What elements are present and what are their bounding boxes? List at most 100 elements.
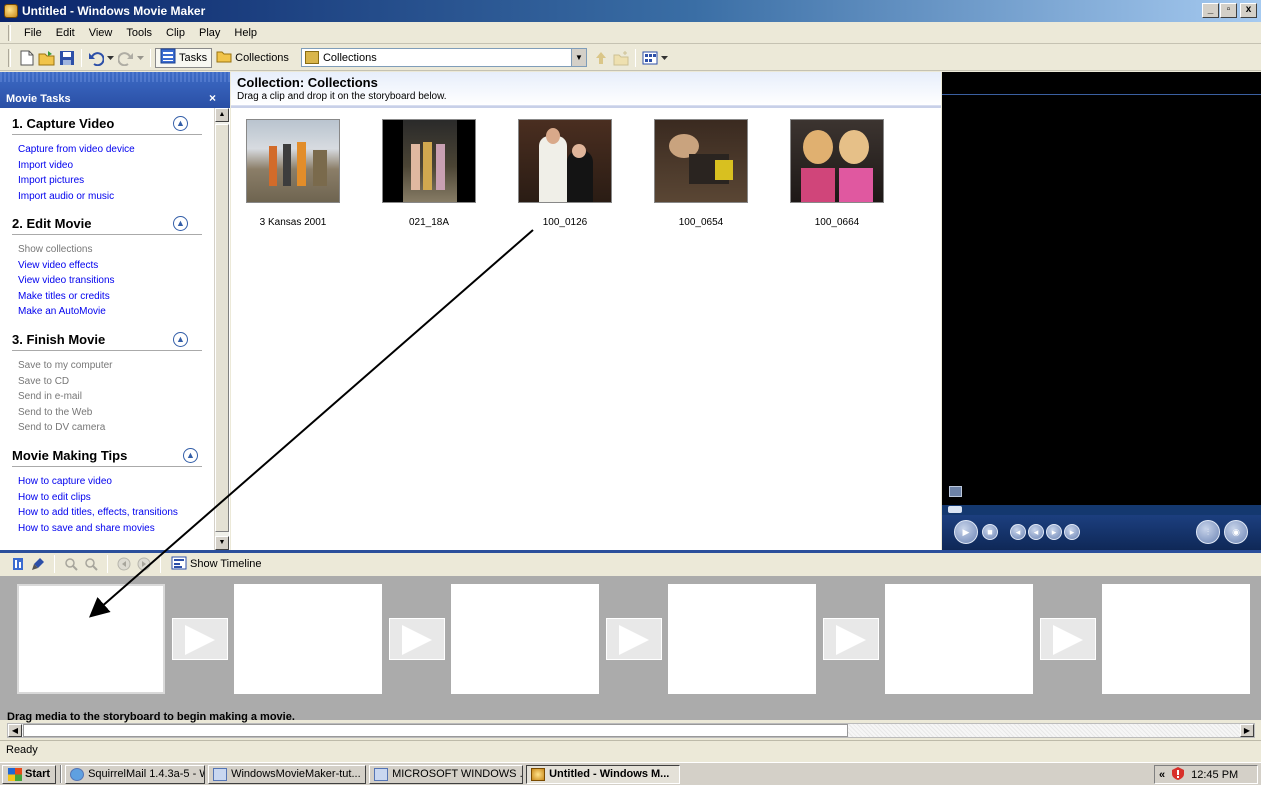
clip-item[interactable]: 3 Kansas 2001 — [245, 119, 341, 228]
open-project-icon[interactable] — [37, 48, 57, 68]
undo-dropdown-icon[interactable] — [106, 48, 116, 68]
scroll-left-icon[interactable]: ◀ — [8, 724, 22, 737]
views-icon[interactable] — [640, 48, 660, 68]
scroll-thumb[interactable] — [215, 124, 229, 532]
new-collection-folder-icon[interactable] — [611, 48, 631, 68]
taskbar-label: Untitled - Windows M... — [549, 768, 670, 780]
menu-view[interactable]: View — [82, 27, 120, 39]
start-button[interactable]: Start — [2, 764, 57, 784]
close-button[interactable]: x — [1240, 3, 1257, 18]
clip-item[interactable]: 100_0126 — [517, 119, 613, 228]
task-link[interactable]: How to edit clips — [18, 490, 202, 506]
transition-slot[interactable] — [1040, 618, 1096, 660]
close-icon[interactable]: × — [209, 91, 216, 105]
collapse-chevron-icon[interactable]: ▲ — [173, 116, 188, 131]
taskbar-button-word-tutorial[interactable]: WindowsMovieMaker-tut... — [208, 764, 367, 784]
storyboard-frame[interactable] — [885, 584, 1033, 694]
views-dropdown-icon[interactable] — [660, 48, 670, 68]
task-link[interactable]: How to save and share movies — [18, 521, 202, 537]
section-title[interactable]: 2. Edit Movie ▲ — [12, 216, 202, 235]
scroll-thumb[interactable] — [23, 724, 848, 737]
storyboard-scrollbar[interactable]: ◀ ▶ — [7, 723, 1255, 738]
task-link[interactable]: View video effects — [18, 258, 202, 274]
new-project-icon[interactable] — [17, 48, 37, 68]
redo-dropdown-icon[interactable] — [136, 48, 146, 68]
collapse-chevron-icon[interactable]: ▲ — [183, 448, 198, 463]
chevron-down-icon[interactable]: ▼ — [570, 49, 586, 66]
storyboard-frame[interactable] — [234, 584, 382, 694]
seek-bar[interactable] — [942, 505, 1261, 515]
fast-forward-icon[interactable]: ▸ — [1046, 524, 1062, 540]
task-pane-scrollbar[interactable]: ▲ ▼ — [214, 108, 229, 550]
collapse-chevron-icon[interactable]: ▲ — [173, 332, 188, 347]
task-link[interactable]: Import video — [18, 158, 202, 174]
task-link[interactable]: Make titles or credits — [18, 289, 202, 305]
menu-help[interactable]: Help — [227, 27, 264, 39]
scroll-right-icon[interactable]: ▶ — [1240, 724, 1254, 737]
collapse-chevron-icon[interactable]: ▲ — [173, 216, 188, 231]
scroll-down-icon[interactable]: ▼ — [215, 536, 229, 550]
stop-icon[interactable]: ■ — [982, 524, 998, 540]
next-frame-icon[interactable]: ▸ — [1064, 524, 1080, 540]
menu-clip[interactable]: Clip — [159, 27, 192, 39]
task-link[interactable]: Capture from video device — [18, 142, 202, 158]
section-title[interactable]: 1. Capture Video ▲ — [12, 116, 202, 135]
task-link[interactable]: Make an AutoMovie — [18, 304, 202, 320]
transition-slot[interactable] — [172, 618, 228, 660]
undo-icon[interactable] — [86, 48, 106, 68]
save-project-icon[interactable] — [57, 48, 77, 68]
play-storyboard-icon[interactable] — [136, 556, 152, 572]
tray-expand-icon[interactable]: « — [1159, 769, 1165, 781]
menu-tools[interactable]: Tools — [119, 27, 159, 39]
split-clip-icon[interactable]: ⫶ — [1196, 520, 1220, 544]
play-icon[interactable]: ▶ — [954, 520, 978, 544]
clip-item[interactable]: 100_0654 — [653, 119, 749, 228]
transition-slot[interactable] — [823, 618, 879, 660]
storyboard-frame[interactable] — [17, 584, 165, 694]
full-screen-icon[interactable] — [949, 486, 962, 497]
seek-thumb[interactable] — [948, 506, 962, 513]
narrate-timeline-icon[interactable] — [30, 556, 46, 572]
menu-edit[interactable]: Edit — [49, 27, 82, 39]
tasks-button[interactable]: Tasks — [155, 47, 213, 68]
redo-icon[interactable] — [116, 48, 136, 68]
task-link[interactable]: How to add titles, effects, transitions — [18, 505, 202, 521]
storyboard-frame[interactable] — [1102, 584, 1250, 694]
security-alert-icon[interactable] — [1171, 766, 1185, 783]
minimize-button[interactable]: _ — [1202, 3, 1219, 18]
storyboard-frame[interactable] — [451, 584, 599, 694]
menu-file[interactable]: File — [17, 27, 49, 39]
zoom-out-icon[interactable] — [83, 556, 99, 572]
transition-slot[interactable] — [389, 618, 445, 660]
status-bar: Ready — [0, 740, 1261, 760]
taskbar-button-word-windows[interactable]: MICROSOFT WINDOWS ... — [369, 764, 524, 784]
transition-slot[interactable] — [606, 618, 662, 660]
taskbar-button-movie-maker[interactable]: Untitled - Windows M... — [526, 764, 681, 784]
section-title[interactable]: 3. Finish Movie ▲ — [12, 332, 202, 351]
collections-button[interactable]: Collections — [212, 48, 293, 68]
clock[interactable]: 12:45 PM — [1191, 769, 1238, 781]
taskbar-button-squirrelmail[interactable]: SquirrelMail 1.4.3a-5 - W... — [65, 764, 206, 784]
system-tray: « 12:45 PM — [1154, 765, 1258, 784]
collection-select[interactable]: Collections ▼ — [300, 48, 587, 67]
rewind-storyboard-icon[interactable] — [116, 556, 132, 572]
task-link[interactable]: View video transitions — [18, 273, 202, 289]
show-timeline-button[interactable]: Show Timeline — [169, 554, 264, 574]
storyboard[interactable] — [0, 576, 1261, 720]
up-one-level-icon[interactable] — [591, 48, 611, 68]
clip-item[interactable]: 021_18A — [381, 119, 477, 228]
task-link[interactable]: How to capture video — [18, 474, 202, 490]
rewind-icon[interactable]: ◂ — [1028, 524, 1044, 540]
task-link[interactable]: Import audio or music — [18, 189, 202, 205]
scroll-up-icon[interactable]: ▲ — [215, 108, 229, 122]
restore-button[interactable]: ▫ — [1220, 3, 1237, 18]
section-title[interactable]: Movie Making Tips ▲ — [12, 448, 202, 467]
set-audio-levels-icon[interactable] — [10, 556, 26, 572]
storyboard-frame[interactable] — [668, 584, 816, 694]
take-picture-icon[interactable]: ◉ — [1224, 520, 1248, 544]
menu-play[interactable]: Play — [192, 27, 227, 39]
previous-frame-icon[interactable]: ◂ — [1010, 524, 1026, 540]
task-link[interactable]: Import pictures — [18, 173, 202, 189]
zoom-in-icon[interactable] — [63, 556, 79, 572]
clip-item[interactable]: 100_0664 — [789, 119, 885, 228]
